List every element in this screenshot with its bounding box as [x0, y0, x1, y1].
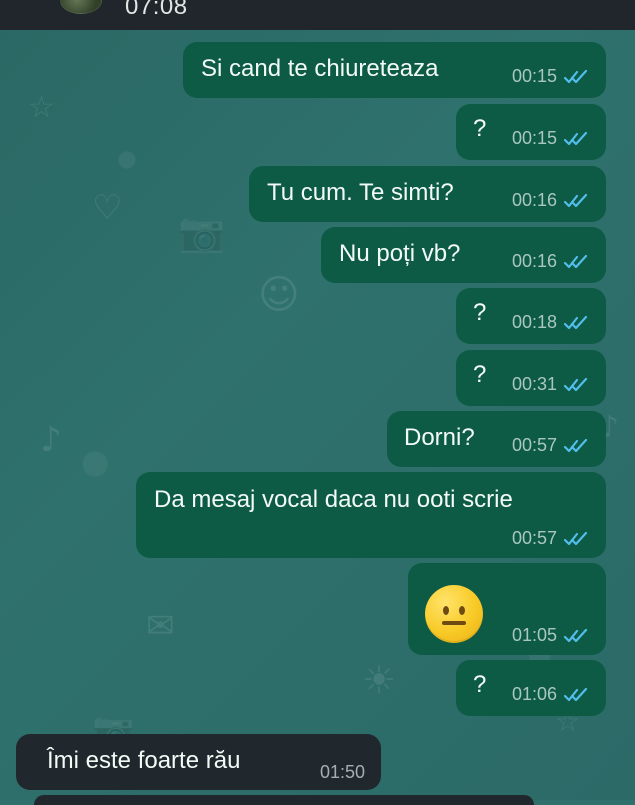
neutral-face-icon — [425, 585, 483, 643]
message-bubble[interactable]: ? 00:15 — [456, 104, 606, 160]
message-time: 01:06 — [511, 684, 557, 704]
music-doodle-icon: ♪ — [40, 420, 62, 460]
message-time: 00:15 — [511, 128, 557, 148]
camera-doodle-icon: 📷 — [178, 210, 226, 254]
message-text: Dorni? — [404, 424, 475, 451]
message-time: 00:18 — [511, 312, 557, 332]
message-text: ? — [473, 115, 487, 142]
message-time: 00:16 — [511, 251, 557, 271]
message-meta: 00:31 — [512, 374, 589, 395]
message-meta: 01:05 — [512, 625, 589, 646]
message-text: Si cand te chiureteaza — [201, 55, 439, 82]
message-meta: 00:16 — [512, 190, 589, 211]
message-bubble[interactable]: ? 00:18 — [456, 288, 606, 344]
double-check-icon — [563, 254, 588, 268]
message-text: Nu poți vb? — [339, 240, 461, 267]
message-meta: 00:15 — [512, 128, 589, 149]
double-check-icon — [563, 315, 588, 329]
message-text: Tu cum. Te simti? — [267, 179, 454, 206]
message-meta: 01:50 — [320, 762, 365, 783]
message-meta: 00:15 — [512, 66, 589, 87]
message-meta: 00:18 — [512, 312, 589, 333]
message-time: 00:57 — [511, 528, 557, 548]
message-text: ? — [473, 361, 487, 388]
message-time: 00:57 — [511, 435, 557, 455]
message-bubble[interactable]: ? 01:06 — [456, 660, 606, 716]
message-bubble[interactable]: Da mesaj vocal daca nu ooti scrie 00:57 — [136, 472, 606, 558]
heart-doodle-icon: ♡ — [92, 188, 123, 228]
chat-doodle-icon: ✉ — [146, 606, 175, 646]
double-check-icon — [563, 377, 588, 391]
message-meta: 00:57 — [512, 528, 589, 549]
header-time: 07:08 — [125, 0, 188, 20]
message-meta: 01:06 — [512, 684, 589, 705]
message-text: ? — [473, 299, 487, 326]
double-check-icon — [563, 531, 588, 545]
double-check-icon — [563, 628, 588, 642]
message-meta: 00:57 — [512, 435, 589, 456]
message-meta: 00:16 — [512, 251, 589, 272]
double-check-icon — [563, 69, 588, 83]
message-bubble[interactable]: Dorni? 00:57 — [387, 411, 606, 467]
message-text: Îmi este foarte rău — [47, 747, 241, 774]
star-doodle-icon: ☆ — [28, 90, 55, 125]
message-bubble[interactable]: Tu cum. Te simti? 00:16 — [249, 166, 606, 222]
message-bubble[interactable]: ? 00:31 — [456, 350, 606, 406]
avatar[interactable] — [60, 0, 102, 14]
message-bubble[interactable]: 01:05 — [408, 563, 606, 655]
message-bubble[interactable]: Si cand te chiureteaza 00:15 — [183, 42, 606, 98]
double-check-icon — [563, 193, 588, 207]
message-time: 00:16 — [511, 190, 557, 210]
face-doodle-icon: ☺ — [258, 272, 300, 318]
message-time: 01:50 — [319, 762, 365, 782]
message-time: 00:31 — [511, 374, 557, 394]
double-check-icon — [563, 438, 588, 452]
message-text: ? — [473, 671, 487, 698]
message-bubble[interactable]: Nu poți vb? 00:16 — [321, 227, 606, 283]
double-check-icon — [563, 687, 588, 701]
double-check-icon — [563, 131, 588, 145]
sun-doodle-icon: ☀ — [362, 658, 397, 702]
chat-header: 07:08 — [0, 0, 635, 30]
message-bubble[interactable]: Îmi este foarte rău 01:50 — [16, 734, 381, 790]
message-time: 01:05 — [511, 625, 557, 645]
message-time: 00:15 — [511, 66, 557, 86]
message-text: Da mesaj vocal daca nu ooti scrie — [154, 486, 513, 513]
partial-message-bubble — [34, 795, 534, 805]
